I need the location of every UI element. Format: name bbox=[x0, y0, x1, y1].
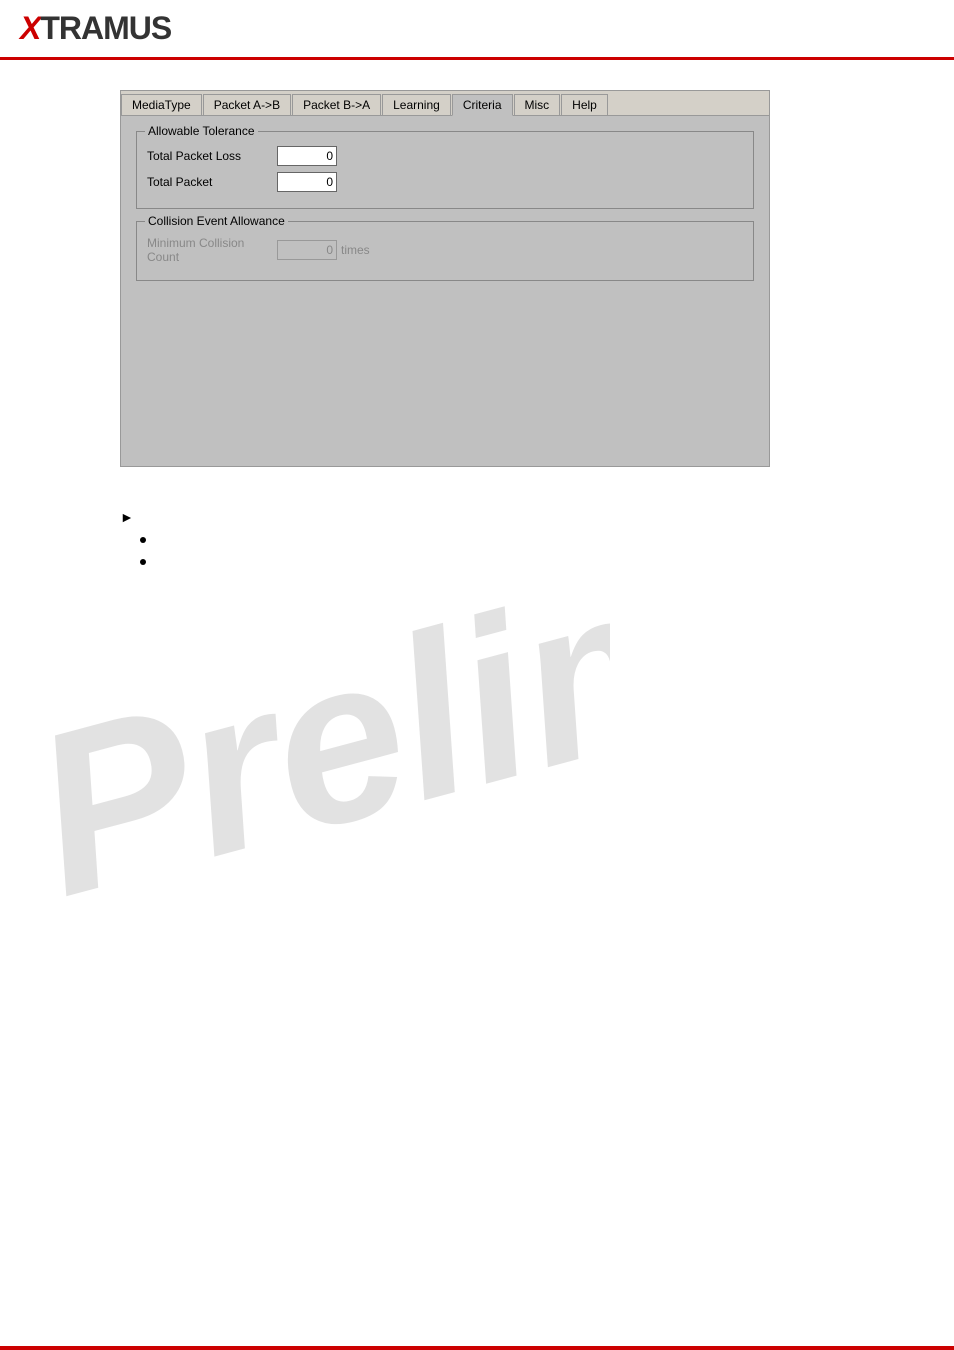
tab-bar: MediaType Packet A->B Packet B->A Learni… bbox=[121, 91, 769, 116]
total-packet-loss-row: Total Packet Loss bbox=[147, 146, 743, 166]
total-packet-row: Total Packet bbox=[147, 172, 743, 192]
arrow-icon: ► bbox=[120, 509, 134, 525]
tab-criteria[interactable]: Criteria bbox=[452, 94, 513, 116]
tab-learning[interactable]: Learning bbox=[382, 94, 451, 115]
list-item-1 bbox=[140, 533, 934, 543]
tab-packet-ba[interactable]: Packet B->A bbox=[292, 94, 381, 115]
criteria-content: Allowable Tolerance Total Packet Loss To… bbox=[121, 116, 769, 466]
total-packet-input[interactable] bbox=[277, 172, 337, 192]
collision-event-group: Collision Event Allowance Minimum Collis… bbox=[136, 221, 754, 281]
total-packet-label: Total Packet bbox=[147, 175, 277, 189]
logo-x: X bbox=[20, 10, 40, 46]
logo: XTRAMUS bbox=[20, 10, 171, 47]
bottom-content: ► bbox=[0, 497, 954, 597]
logo-rest: TRAMUS bbox=[40, 10, 171, 46]
total-packet-loss-label: Total Packet Loss bbox=[147, 149, 277, 163]
tab-packet-ab[interactable]: Packet A->B bbox=[203, 94, 291, 115]
footer-bar bbox=[0, 1346, 954, 1350]
bullet-dot-2 bbox=[140, 559, 146, 565]
header: XTRAMUS bbox=[0, 0, 954, 60]
minimum-collision-input bbox=[277, 240, 337, 260]
bullet-list bbox=[120, 533, 934, 565]
allowable-tolerance-label: Allowable Tolerance bbox=[145, 124, 258, 138]
tab-help[interactable]: Help bbox=[561, 94, 608, 115]
allowable-tolerance-group: Allowable Tolerance Total Packet Loss To… bbox=[136, 131, 754, 209]
collision-event-label: Collision Event Allowance bbox=[145, 214, 288, 228]
minimum-collision-row: Minimum Collision Count times bbox=[147, 236, 743, 264]
arrow-item: ► bbox=[120, 507, 934, 525]
tab-mediatype[interactable]: MediaType bbox=[121, 94, 202, 115]
list-item-2 bbox=[140, 555, 934, 565]
tab-misc[interactable]: Misc bbox=[514, 94, 561, 115]
times-unit: times bbox=[341, 243, 370, 257]
total-packet-loss-input[interactable] bbox=[277, 146, 337, 166]
tab-panel: MediaType Packet A->B Packet B->A Learni… bbox=[120, 90, 770, 467]
bullet-dot-1 bbox=[140, 537, 146, 543]
main-content: MediaType Packet A->B Packet B->A Learni… bbox=[0, 60, 954, 487]
minimum-collision-label: Minimum Collision Count bbox=[147, 236, 277, 264]
